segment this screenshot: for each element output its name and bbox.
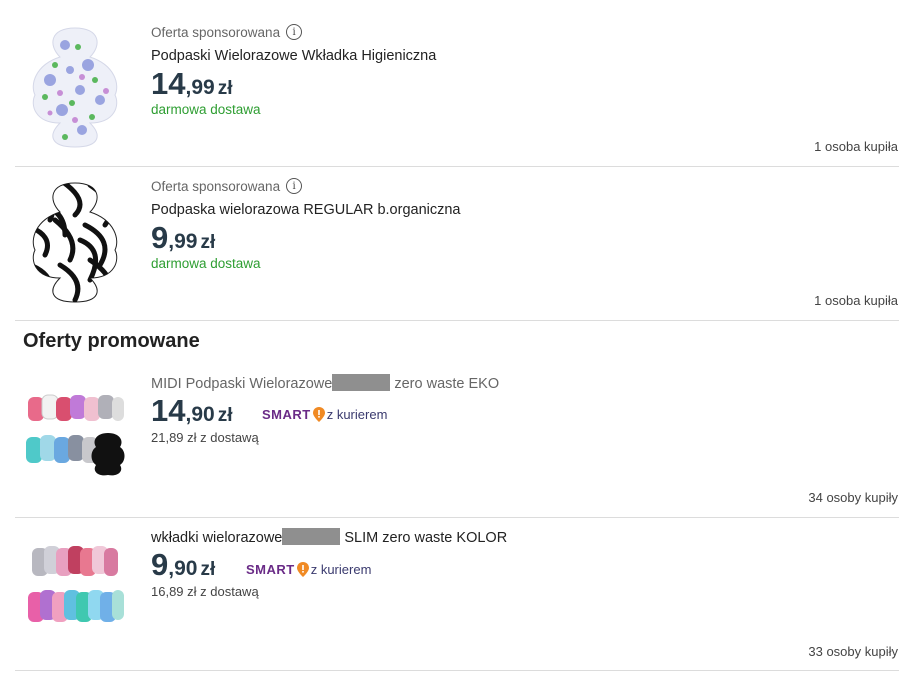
title-part: wkładki wielorazowe <box>151 530 283 546</box>
product-title[interactable]: wkładki wielorazowe SLIM zero waste KOLO… <box>151 528 507 546</box>
title-part: zero waste EKO <box>390 376 500 392</box>
sold-count: 34 osoby kupiły <box>808 490 898 505</box>
product-price: 9,90 zł <box>151 547 215 583</box>
free-delivery-label: darmowa dostawa <box>151 256 261 271</box>
price-currency: zł <box>217 405 233 426</box>
sold-count: 33 osoby kupiły <box>808 644 898 659</box>
price-integer: 14 <box>151 393 186 428</box>
price-currency: zł <box>200 559 216 580</box>
smart-badge: SMART z kurierem <box>262 407 387 422</box>
product-image-floral-pad[interactable] <box>20 25 130 165</box>
product-title[interactable]: Podpaska wielorazowa REGULAR b.organiczn… <box>151 202 461 218</box>
price-currency: zł <box>200 232 216 253</box>
sold-count: 1 osoba kupiła <box>814 139 898 154</box>
sponsored-label: Oferta sponsorowana i <box>151 178 303 194</box>
price-integer: 9 <box>151 547 169 582</box>
price-with-shipping: 16,89 zł z dostawą <box>151 584 259 599</box>
price-decimal: ,90 <box>185 403 215 426</box>
sponsored-text: Oferta sponsorowana <box>151 24 281 40</box>
price-integer: 9 <box>151 220 169 255</box>
product-price: 9,99 zł <box>151 220 215 256</box>
sponsored-text: Oferta sponsorowana <box>151 178 281 194</box>
product-title[interactable]: MIDI Podpaski Wielorazowe zero waste EKO <box>151 374 499 392</box>
product-image-pad-set[interactable] <box>20 385 130 525</box>
smart-logo: SMART <box>262 407 311 422</box>
price-decimal: ,90 <box>168 557 198 580</box>
price-integer: 14 <box>151 66 186 101</box>
location-pin-icon <box>312 407 325 422</box>
price-with-shipping: 21,89 zł z dostawą <box>151 430 259 445</box>
product-price: 14,99 zł <box>151 66 232 102</box>
divider <box>15 320 899 321</box>
price-decimal: ,99 <box>168 230 198 253</box>
courier-text: z kurierem <box>310 562 372 577</box>
info-icon[interactable]: i <box>286 178 303 194</box>
sold-count: 1 osoba kupiła <box>814 293 898 308</box>
title-part: MIDI Podpaski Wielorazowe <box>151 376 333 392</box>
free-delivery-label: darmowa dostawa <box>151 102 261 117</box>
redacted-block <box>282 528 341 545</box>
price-currency: zł <box>217 78 233 99</box>
smart-badge: SMART z kurierem <box>246 562 371 577</box>
price-decimal: ,99 <box>185 76 215 99</box>
product-price: 14,90 zł <box>151 393 232 429</box>
product-image-zebra-pad[interactable] <box>20 180 130 320</box>
title-part: SLIM zero waste KOLOR <box>340 530 508 546</box>
info-icon[interactable]: i <box>286 24 303 40</box>
product-image-liner-set[interactable] <box>20 540 130 680</box>
sponsored-label: Oferta sponsorowana i <box>151 24 303 40</box>
promoted-offers-heading: Oferty promowane <box>23 330 200 352</box>
divider <box>15 517 899 518</box>
divider <box>15 166 899 167</box>
product-title[interactable]: Podpaski Wielorazowe Wkładka Higieniczna <box>151 48 436 64</box>
divider <box>15 670 899 671</box>
smart-logo: SMART <box>246 562 295 577</box>
redacted-block <box>332 374 391 391</box>
location-pin-icon <box>296 562 309 577</box>
courier-text: z kurierem <box>326 407 388 422</box>
